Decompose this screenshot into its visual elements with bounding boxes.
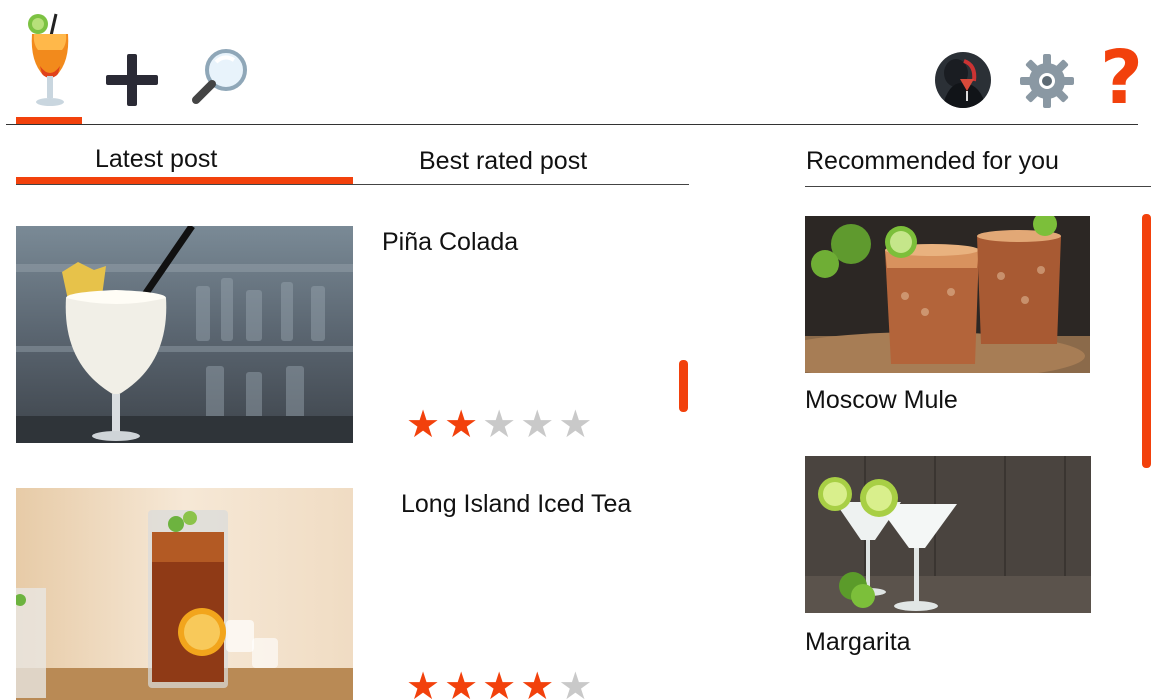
help-icon[interactable]: ? — [1100, 38, 1143, 118]
tab-best-rated-post[interactable]: Best rated post — [419, 147, 587, 176]
recommended-heading: Recommended for you — [806, 147, 1059, 175]
home-active-indicator — [16, 117, 82, 124]
recommended-image[interactable] — [805, 456, 1091, 613]
plus-icon[interactable] — [104, 52, 160, 108]
tab-latest-post[interactable]: Latest post — [95, 145, 217, 174]
posts-scrollbar[interactable] — [679, 360, 688, 412]
star-icon: ★ — [482, 404, 517, 446]
star-icon: ★ — [520, 404, 555, 446]
cocktail-glass-icon[interactable] — [22, 10, 78, 110]
recommended-title[interactable]: Margarita — [805, 628, 911, 657]
tabs-divider — [16, 184, 689, 185]
post-title[interactable]: Long Island Iced Tea — [401, 490, 631, 519]
post-title[interactable]: Piña Colada — [382, 228, 518, 257]
gear-icon[interactable] — [1018, 52, 1076, 110]
toolbar-divider — [6, 124, 1138, 125]
avatar[interactable] — [934, 51, 992, 109]
recommended-title[interactable]: Moscow Mule — [805, 386, 958, 415]
recommended-image[interactable] — [805, 216, 1090, 373]
star-icon: ★ — [482, 666, 517, 700]
active-tab-indicator — [16, 177, 353, 184]
star-icon: ★ — [558, 666, 593, 700]
recommended-scrollbar[interactable] — [1142, 214, 1151, 468]
magnifier-icon[interactable] — [190, 46, 252, 108]
recommended-divider — [805, 186, 1151, 187]
post-image[interactable] — [16, 226, 353, 443]
star-rating: ★ ★ ★ ★ ★ — [406, 406, 592, 444]
star-icon: ★ — [520, 666, 555, 700]
star-icon: ★ — [444, 404, 479, 446]
top-toolbar: ? — [0, 0, 1151, 126]
star-icon: ★ — [444, 666, 479, 700]
star-icon: ★ — [406, 666, 441, 700]
star-rating: ★ ★ ★ ★ ★ — [406, 668, 592, 700]
post-image[interactable] — [16, 488, 353, 700]
star-icon: ★ — [406, 404, 441, 446]
star-icon: ★ — [558, 404, 593, 446]
